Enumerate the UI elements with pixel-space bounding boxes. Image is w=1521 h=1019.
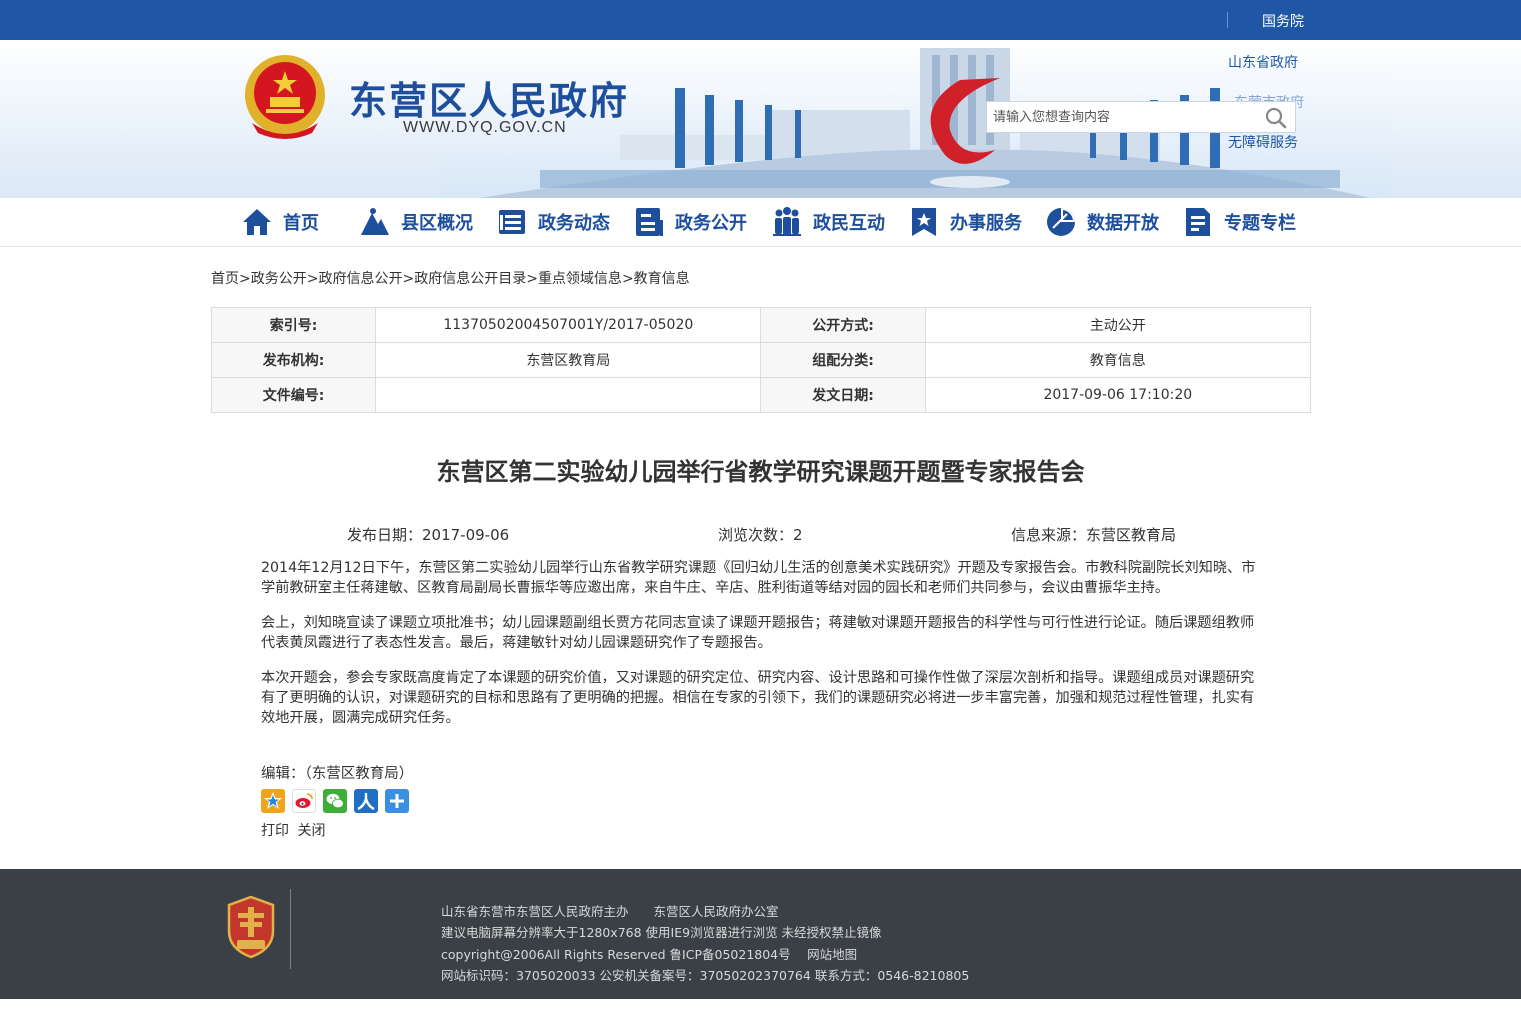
weibo-icon: [295, 793, 313, 808]
breadcrumb: 首页>政务公开>政府信息公开>政府信息公开目录>重点领域信息>教育信息: [211, 271, 690, 287]
national-emblem: [245, 55, 325, 139]
search-icon[interactable]: [1265, 107, 1287, 129]
nav-services[interactable]: 办事服务: [908, 204, 1022, 240]
document-info-table: 索引号: 11370502004507001Y/2017-05020 公开方式:…: [210, 307, 1312, 413]
file-no-label: 文件编号:: [210, 377, 377, 413]
wechat-icon: [326, 793, 344, 809]
info-source: 信息来源：东营区教育局: [1011, 526, 1177, 544]
publisher-value: 东营区教育局: [375, 342, 762, 378]
nav-label: 政务动态: [538, 213, 610, 234]
footer-sponsor: 山东省东营市东营区人民政府主办 东营区人民政府办公室: [441, 904, 779, 919]
link-accessibility[interactable]: 无障碍服务: [1228, 132, 1298, 152]
nav-label: 办事服务: [950, 213, 1022, 234]
site-title: 东营区人民政府: [349, 79, 630, 123]
print-link[interactable]: 打印: [261, 823, 289, 839]
editor-credit: 编辑：（东营区教育局）: [261, 766, 414, 782]
date-value: 2017-09-06 17:10:20: [924, 377, 1312, 413]
home-icon: [243, 209, 271, 235]
site-url: WWW.DYQ.GOV.CN: [403, 119, 567, 136]
breadcrumb-info-catalog[interactable]: 政府信息公开目录: [414, 271, 526, 287]
nav-gov-disclosure[interactable]: 政务公开: [633, 204, 747, 240]
nav-label: 政民互动: [813, 213, 885, 234]
mountain-icon: [361, 208, 389, 235]
share-more-button[interactable]: [385, 789, 409, 813]
category-label: 组配分类:: [760, 342, 926, 378]
link-guowuyuan[interactable]: 国务院: [1262, 11, 1304, 31]
footer-site-ids: 网站标识码：3705020033 公安机关备案号：37050202370764 …: [441, 968, 970, 983]
nav-public-interaction[interactable]: 政民互动: [771, 204, 885, 240]
nav-label: 政务公开: [675, 213, 747, 234]
bookmark-star-icon: [912, 208, 936, 236]
publisher-label: 发布机构:: [210, 342, 377, 378]
article-actions: 打印 关闭: [261, 820, 329, 840]
link-shandong-gov[interactable]: 山东省政府: [1228, 52, 1298, 72]
nav-label: 县区概况: [401, 213, 473, 234]
view-count: 浏览次数：2: [718, 526, 803, 544]
nav-label: 首页: [283, 213, 319, 234]
table-row: 文件编号: 发文日期: 2017-09-06 17:10:20: [210, 377, 1312, 413]
breadcrumb-home[interactable]: 首页: [211, 271, 239, 287]
pie-chart-icon: [1047, 208, 1075, 236]
nav-special-topics[interactable]: 专题专栏: [1182, 204, 1296, 240]
file-no-value: [375, 377, 762, 413]
category-value: 教育信息: [924, 342, 1312, 378]
share-wechat-button[interactable]: [323, 789, 347, 813]
footer-divider: [290, 889, 291, 969]
share-bar: [261, 789, 409, 813]
more-plus-icon: [390, 794, 404, 808]
main-nav: 首页 县区概况 政务动态 政务公开 政民互动 办事服务 数据开放 专题专栏: [0, 198, 1521, 247]
footer-browser-note: 建议电脑屏幕分辨率大于1280x768 使用IE9浏览器进行浏览 未经授权禁止镜…: [441, 925, 882, 940]
search-box: [986, 101, 1296, 133]
site-footer: 山东省东营市东营区人民政府主办 东营区人民政府办公室 建议电脑屏幕分辨率大于12…: [0, 869, 1521, 999]
top-bar-divider: [1227, 12, 1228, 28]
nav-home[interactable]: 首页: [241, 204, 319, 240]
breadcrumb-key-areas[interactable]: 重点领域信息: [538, 271, 622, 287]
share-weibo-button[interactable]: [292, 789, 316, 813]
index-value: 11370502004507001Y/2017-05020: [375, 307, 762, 343]
nav-label: 专题专栏: [1224, 213, 1296, 234]
article-paragraph: 2014年12月12日下午，东营区第二实验幼儿园举行山东省教学研究课题《回归幼儿…: [261, 560, 1256, 596]
breadcrumb-education[interactable]: 教育信息: [634, 271, 690, 287]
article-paragraph: 会上，刘知晓宣读了课题立项批准书；幼儿园课题副组长贾方花同志宣读了课题开题报告；…: [261, 615, 1255, 651]
qzone-star-icon: [264, 792, 282, 809]
document-icon: [636, 208, 663, 236]
nav-county-overview[interactable]: 县区概况: [359, 204, 473, 240]
date-label: 发文日期:: [760, 377, 926, 413]
publish-date: 发布日期：2017-09-06: [347, 526, 510, 544]
top-bar: 国务院: [0, 0, 1521, 40]
nav-label: 数据开放: [1087, 213, 1159, 234]
index-label: 索引号:: [210, 307, 377, 343]
file-list-icon: [1186, 208, 1210, 236]
party-gov-badge: [227, 895, 275, 959]
article-paragraph: 本次开题会，参会专家既高度肯定了本课题的研究价值，又对课题的研究定位、研究内容、…: [261, 670, 1255, 726]
table-row: 发布机构: 东营区教育局 组配分类: 教育信息: [210, 342, 1312, 378]
public-mode-label: 公开方式:: [760, 307, 926, 343]
article-body: 2014年12月12日下午，东营区第二实验幼儿园举行山东省教学研究课题《回归幼儿…: [261, 558, 1257, 743]
news-icon: [499, 210, 525, 234]
breadcrumb-gov-info[interactable]: 政府信息公开: [318, 271, 402, 287]
renren-icon: [357, 793, 375, 811]
close-link[interactable]: 关闭: [297, 823, 325, 839]
table-row: 索引号: 11370502004507001Y/2017-05020 公开方式:…: [210, 307, 1312, 343]
breadcrumb-gov-disclosure[interactable]: 政务公开: [251, 271, 307, 287]
share-qzone-button[interactable]: [261, 789, 285, 813]
public-mode-value: 主动公开: [924, 307, 1312, 343]
footer-copyright: copyright@2006All Rights Reserved 鲁ICP备0…: [441, 947, 858, 962]
nav-gov-news[interactable]: 政务动态: [496, 204, 610, 240]
people-icon: [773, 207, 801, 236]
article-title: 东营区第二实验幼儿园举行省教学研究课题开题暨专家报告会: [436, 458, 1085, 486]
share-renren-button[interactable]: [354, 789, 378, 813]
nav-open-data[interactable]: 数据开放: [1045, 204, 1159, 240]
search-input[interactable]: [987, 102, 1263, 132]
